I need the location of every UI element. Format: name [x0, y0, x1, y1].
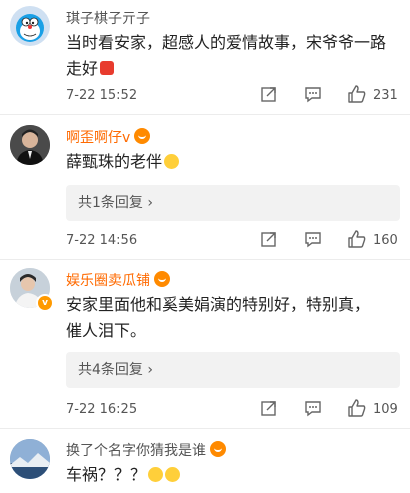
- comment-text: 安家里面他和奚美娟演的特别好，特别真， 催人泪下。: [66, 292, 401, 344]
- comment-text: 当时看安家，超感人的爱情故事，宋爷爷一路走好: [66, 30, 401, 82]
- wink-emoji-icon: [165, 467, 181, 482]
- share-icon[interactable]: [260, 399, 278, 417]
- like-count: 109: [373, 402, 398, 417]
- share-icon[interactable]: [260, 230, 278, 248]
- crying-emoji-icon: [164, 154, 180, 169]
- comment-item: 换了个名字你猜我是谁 车祸？？？: [0, 429, 410, 493]
- username-text: 换了个名字你猜我是谁: [66, 443, 206, 459]
- doraemon-avatar-icon: [10, 6, 50, 46]
- username-text: 娱乐圈卖瓜铺: [66, 273, 150, 289]
- comment-text: 车祸？？？: [66, 462, 401, 488]
- reply-summary-button[interactable]: 共4条回复 ›: [66, 352, 400, 388]
- like-count: 231: [373, 88, 398, 103]
- verified-badge-icon: v: [36, 294, 54, 312]
- person-photo-icon: [10, 125, 50, 165]
- like-count: 160: [373, 233, 398, 248]
- comment-text: 薛甄珠的老伴: [66, 149, 401, 175]
- avatar[interactable]: [10, 125, 50, 165]
- reply-summary-button[interactable]: 共1条回复 ›: [66, 185, 400, 221]
- username[interactable]: 啊歪啊仔v: [66, 127, 151, 147]
- comment-icon[interactable]: [304, 399, 322, 417]
- landscape-photo-icon: [10, 439, 50, 479]
- comment-item: 琪子棋子亓子 当时看安家，超感人的爱情故事，宋爷爷一路走好 7-22 15:52…: [0, 0, 410, 115]
- candle-emoji-icon: [100, 61, 115, 75]
- thumbs-up-icon[interactable]: [347, 229, 367, 249]
- username[interactable]: 娱乐圈卖瓜铺: [66, 270, 170, 290]
- comment-icon[interactable]: [304, 85, 322, 103]
- user-badge-icon: [210, 441, 226, 457]
- avatar[interactable]: [10, 439, 50, 479]
- username[interactable]: 琪子棋子亓子: [66, 8, 150, 28]
- comment-time: 7-22 14:56: [66, 233, 138, 248]
- comment-time: 7-22 15:52: [66, 88, 138, 103]
- share-icon[interactable]: [260, 85, 278, 103]
- comment-text-line: 催人泪下。: [66, 321, 147, 340]
- comment-text-line: 安家里面他和奚美娟演的特别好，特别真，: [66, 295, 371, 314]
- comment-text-body: 车祸？？？: [66, 465, 147, 484]
- username-text: 啊歪啊仔v: [66, 130, 131, 146]
- user-badge-icon: [154, 271, 170, 287]
- comment-item: 啊歪啊仔v 薛甄珠的老伴 共1条回复 › 7-22 14:56 160: [0, 115, 410, 260]
- username[interactable]: 换了个名字你猜我是谁: [66, 440, 226, 460]
- thumbs-up-icon[interactable]: [347, 398, 367, 418]
- comment-text-body: 薛甄珠的老伴: [66, 152, 163, 171]
- user-badge-icon: [134, 128, 151, 144]
- comment-time: 7-22 16:25: [66, 402, 138, 417]
- wink-emoji-icon: [148, 467, 164, 482]
- comment-item: v 娱乐圈卖瓜铺 安家里面他和奚美娟演的特别好，特别真， 催人泪下。 共4条回复…: [0, 260, 410, 430]
- thumbs-up-icon[interactable]: [347, 84, 367, 104]
- comment-icon[interactable]: [304, 230, 322, 248]
- avatar[interactable]: [10, 6, 50, 46]
